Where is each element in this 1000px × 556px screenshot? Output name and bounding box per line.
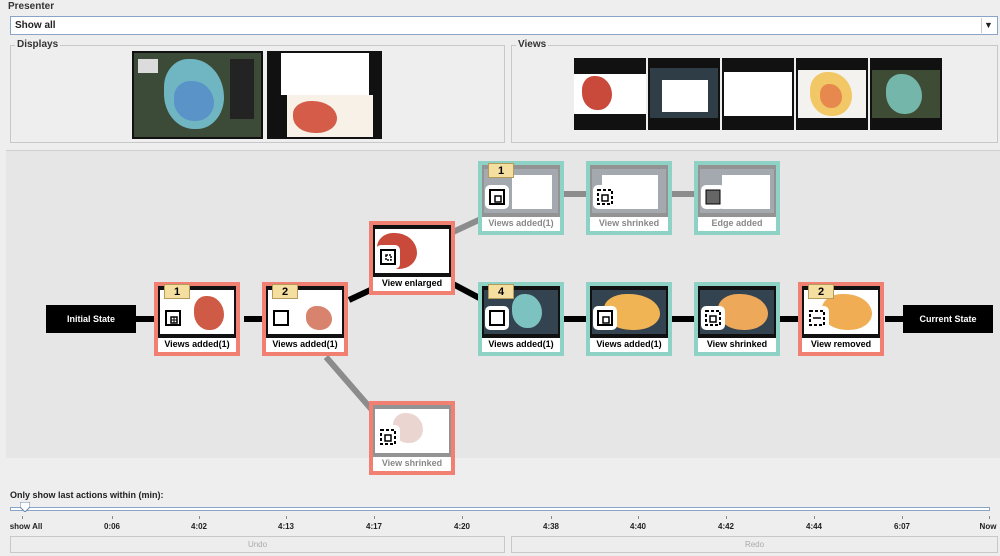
tick-label[interactable]: 4:42: [718, 522, 734, 531]
views-added-icon: [485, 306, 509, 330]
tick-label[interactable]: 6:07: [894, 522, 910, 531]
current-state-node[interactable]: Current State: [903, 305, 993, 333]
time-filter-slider[interactable]: [10, 507, 990, 511]
history-node-views-added[interactable]: 1 Views added(1): [154, 282, 240, 356]
tick-label[interactable]: 4:40: [630, 522, 646, 531]
view-thumbnail-1[interactable]: [574, 58, 646, 130]
history-node-view-shrinked[interactable]: View shrinked: [369, 401, 455, 475]
node-caption: Edge added: [711, 218, 763, 228]
tick-label[interactable]: 4:38: [543, 522, 559, 531]
node-badge: 2: [272, 284, 298, 299]
views-title: Views: [516, 39, 549, 50]
history-node-view-enlarged[interactable]: View enlarged: [369, 221, 455, 295]
displays-title: Displays: [15, 39, 61, 50]
view-shrinked-icon: [593, 185, 617, 209]
presenter-selected-value: Show all: [15, 20, 56, 31]
node-badge: 2: [808, 284, 834, 299]
view-thumbnail-2[interactable]: [648, 58, 720, 130]
history-node-view-shrinked[interactable]: View shrinked: [586, 161, 672, 235]
node-badge: 4: [488, 284, 514, 299]
views-added-icon: [269, 306, 293, 330]
history-graph: Initial State Current State 1 Views adde…: [6, 150, 1000, 475]
tick-label[interactable]: 4:17: [366, 522, 382, 531]
node-caption: View enlarged: [381, 278, 443, 288]
view-enlarged-icon: [376, 245, 400, 269]
history-node-views-added[interactable]: 2 Views added(1): [262, 282, 348, 356]
initial-state-node[interactable]: Initial State: [46, 305, 136, 333]
node-caption: View removed: [810, 339, 872, 349]
history-node-views-added[interactable]: 4 Views added(1): [478, 282, 564, 356]
view-thumbnail-4[interactable]: [796, 58, 868, 130]
views-added-icon: [593, 306, 617, 330]
slider-thumb[interactable]: [19, 501, 31, 513]
node-caption: Views added(1): [488, 218, 554, 228]
tick-label[interactable]: 4:02: [191, 522, 207, 531]
tick-label[interactable]: 4:13: [278, 522, 294, 531]
displays-panel: Displays: [10, 39, 505, 143]
tick-label[interactable]: 4:44: [806, 522, 822, 531]
edge-added-icon: [701, 185, 725, 209]
node-badge: 1: [488, 163, 514, 178]
view-thumbnail-5[interactable]: [870, 58, 942, 130]
time-filter-label: Only show last actions within (min):: [10, 490, 164, 500]
presenter-title: Presenter: [6, 1, 57, 12]
redo-button[interactable]: Redo: [511, 536, 998, 553]
tick-label[interactable]: 0:06: [104, 522, 120, 531]
node-caption: Views added(1): [164, 339, 230, 349]
node-caption: View shrinked: [706, 339, 768, 349]
view-shrinked-icon: [701, 306, 725, 330]
display-thumbnail-2[interactable]: [267, 51, 382, 139]
view-thumbnail-3[interactable]: [722, 58, 794, 130]
view-removed-icon: [805, 306, 829, 330]
presenter-select[interactable]: Show all ▼: [10, 16, 998, 35]
node-caption: Views added(1): [596, 339, 662, 349]
node-badge: 1: [164, 284, 190, 299]
views-added-icon: [161, 306, 185, 330]
history-node-views-added[interactable]: 1 Views added(1): [478, 161, 564, 235]
tick-label[interactable]: show All: [10, 522, 43, 531]
chevron-down-icon[interactable]: ▼: [981, 18, 995, 33]
display-thumbnail-1[interactable]: [132, 51, 263, 139]
history-node-edge-added[interactable]: Edge added: [694, 161, 780, 235]
tick-label[interactable]: Now: [980, 522, 997, 531]
tick-label[interactable]: 4:20: [454, 522, 470, 531]
history-node-view-removed[interactable]: 2 View removed: [798, 282, 884, 356]
history-node-view-shrinked[interactable]: View shrinked: [694, 282, 780, 356]
node-caption: View shrinked: [598, 218, 660, 228]
node-caption: Views added(1): [272, 339, 338, 349]
history-node-views-added[interactable]: Views added(1): [586, 282, 672, 356]
node-caption: View shrinked: [381, 458, 443, 468]
undo-button[interactable]: Undo: [10, 536, 505, 553]
views-added-icon: [485, 185, 509, 209]
views-panel: Views: [511, 39, 998, 143]
view-shrinked-icon: [376, 425, 400, 449]
node-caption: Views added(1): [488, 339, 554, 349]
